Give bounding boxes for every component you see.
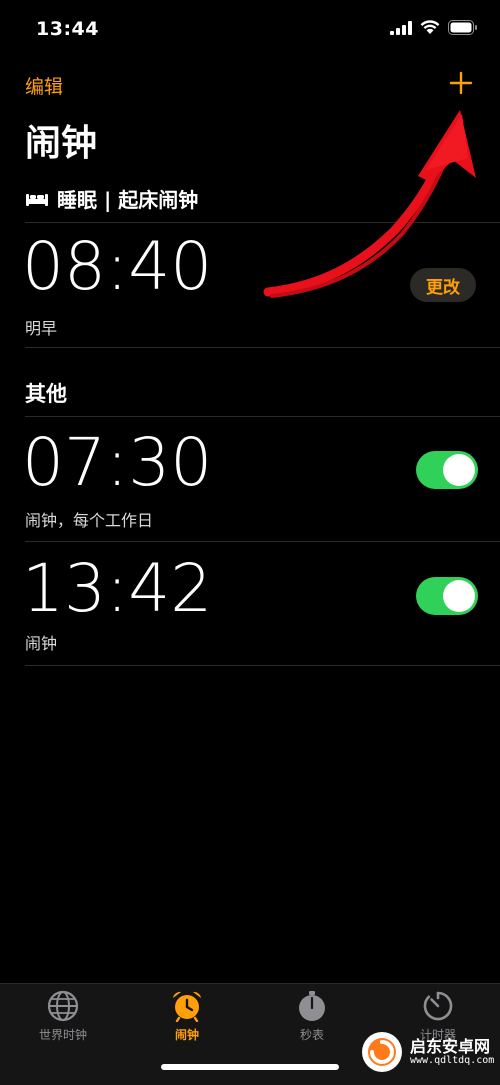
tab-alarm[interactable]: 闹钟	[127, 990, 247, 1054]
divider	[25, 347, 500, 348]
home-indicator[interactable]	[161, 1064, 339, 1070]
edit-button[interactable]: 编辑	[25, 72, 63, 99]
tab-stopwatch[interactable]: 秒表	[252, 990, 372, 1054]
toggle-knob	[443, 580, 475, 612]
divider	[25, 541, 500, 542]
page-title: 闹钟	[25, 123, 98, 164]
alarm-toggle[interactable]	[416, 451, 478, 489]
watermark-text: 启东安卓网 www.qdltdq.com	[410, 1038, 494, 1067]
tab-label: 闹钟	[174, 1028, 199, 1042]
divider	[25, 416, 500, 417]
sleep-section-label: 睡眠 | 起床闹钟	[57, 188, 199, 212]
stopwatch-icon	[299, 991, 325, 1021]
alarm-subtitle: 闹钟	[25, 634, 58, 653]
tab-world-clock[interactable]: 世界时钟	[3, 990, 123, 1054]
divider	[25, 665, 500, 666]
status-bar: 13:44	[0, 0, 500, 60]
tab-label: 世界时钟	[38, 1028, 87, 1042]
timer-icon	[423, 991, 453, 1021]
plus-icon	[449, 71, 473, 95]
watermark: 启东安卓网 www.qdltdq.com	[360, 1022, 500, 1082]
alarm-toggle[interactable]	[416, 577, 478, 615]
status-time: 13:44	[36, 18, 99, 40]
sleep-alarm-subtitle: 明早	[25, 319, 58, 338]
watermark-logo-icon	[362, 1032, 402, 1072]
add-alarm-button[interactable]	[448, 68, 474, 98]
divider	[25, 222, 500, 223]
status-icons	[390, 20, 478, 35]
sleep-section-header: 睡眠 | 起床闹钟	[25, 184, 198, 213]
watermark-title: 启东安卓网	[410, 1036, 491, 1056]
other-section-label: 其他	[25, 382, 67, 406]
sleep-alarm-time: 08:40	[22, 228, 213, 305]
globe-icon	[47, 990, 79, 1022]
bed-icon	[26, 193, 48, 206]
alarm-clock-icon	[173, 991, 201, 1022]
change-sleep-button[interactable]: 更改	[410, 268, 476, 302]
tab-label: 秒表	[299, 1028, 324, 1042]
cellular-signal-icon	[390, 20, 412, 35]
toggle-knob	[443, 454, 475, 486]
watermark-url: www.qdltdq.com	[410, 1055, 495, 1067]
battery-icon	[448, 20, 477, 35]
alarm-time: 07:30	[22, 424, 213, 501]
wifi-icon	[420, 20, 440, 34]
alarm-time: 13:42	[22, 550, 213, 627]
alarm-subtitle: 闹钟，每个工作日	[25, 511, 154, 530]
